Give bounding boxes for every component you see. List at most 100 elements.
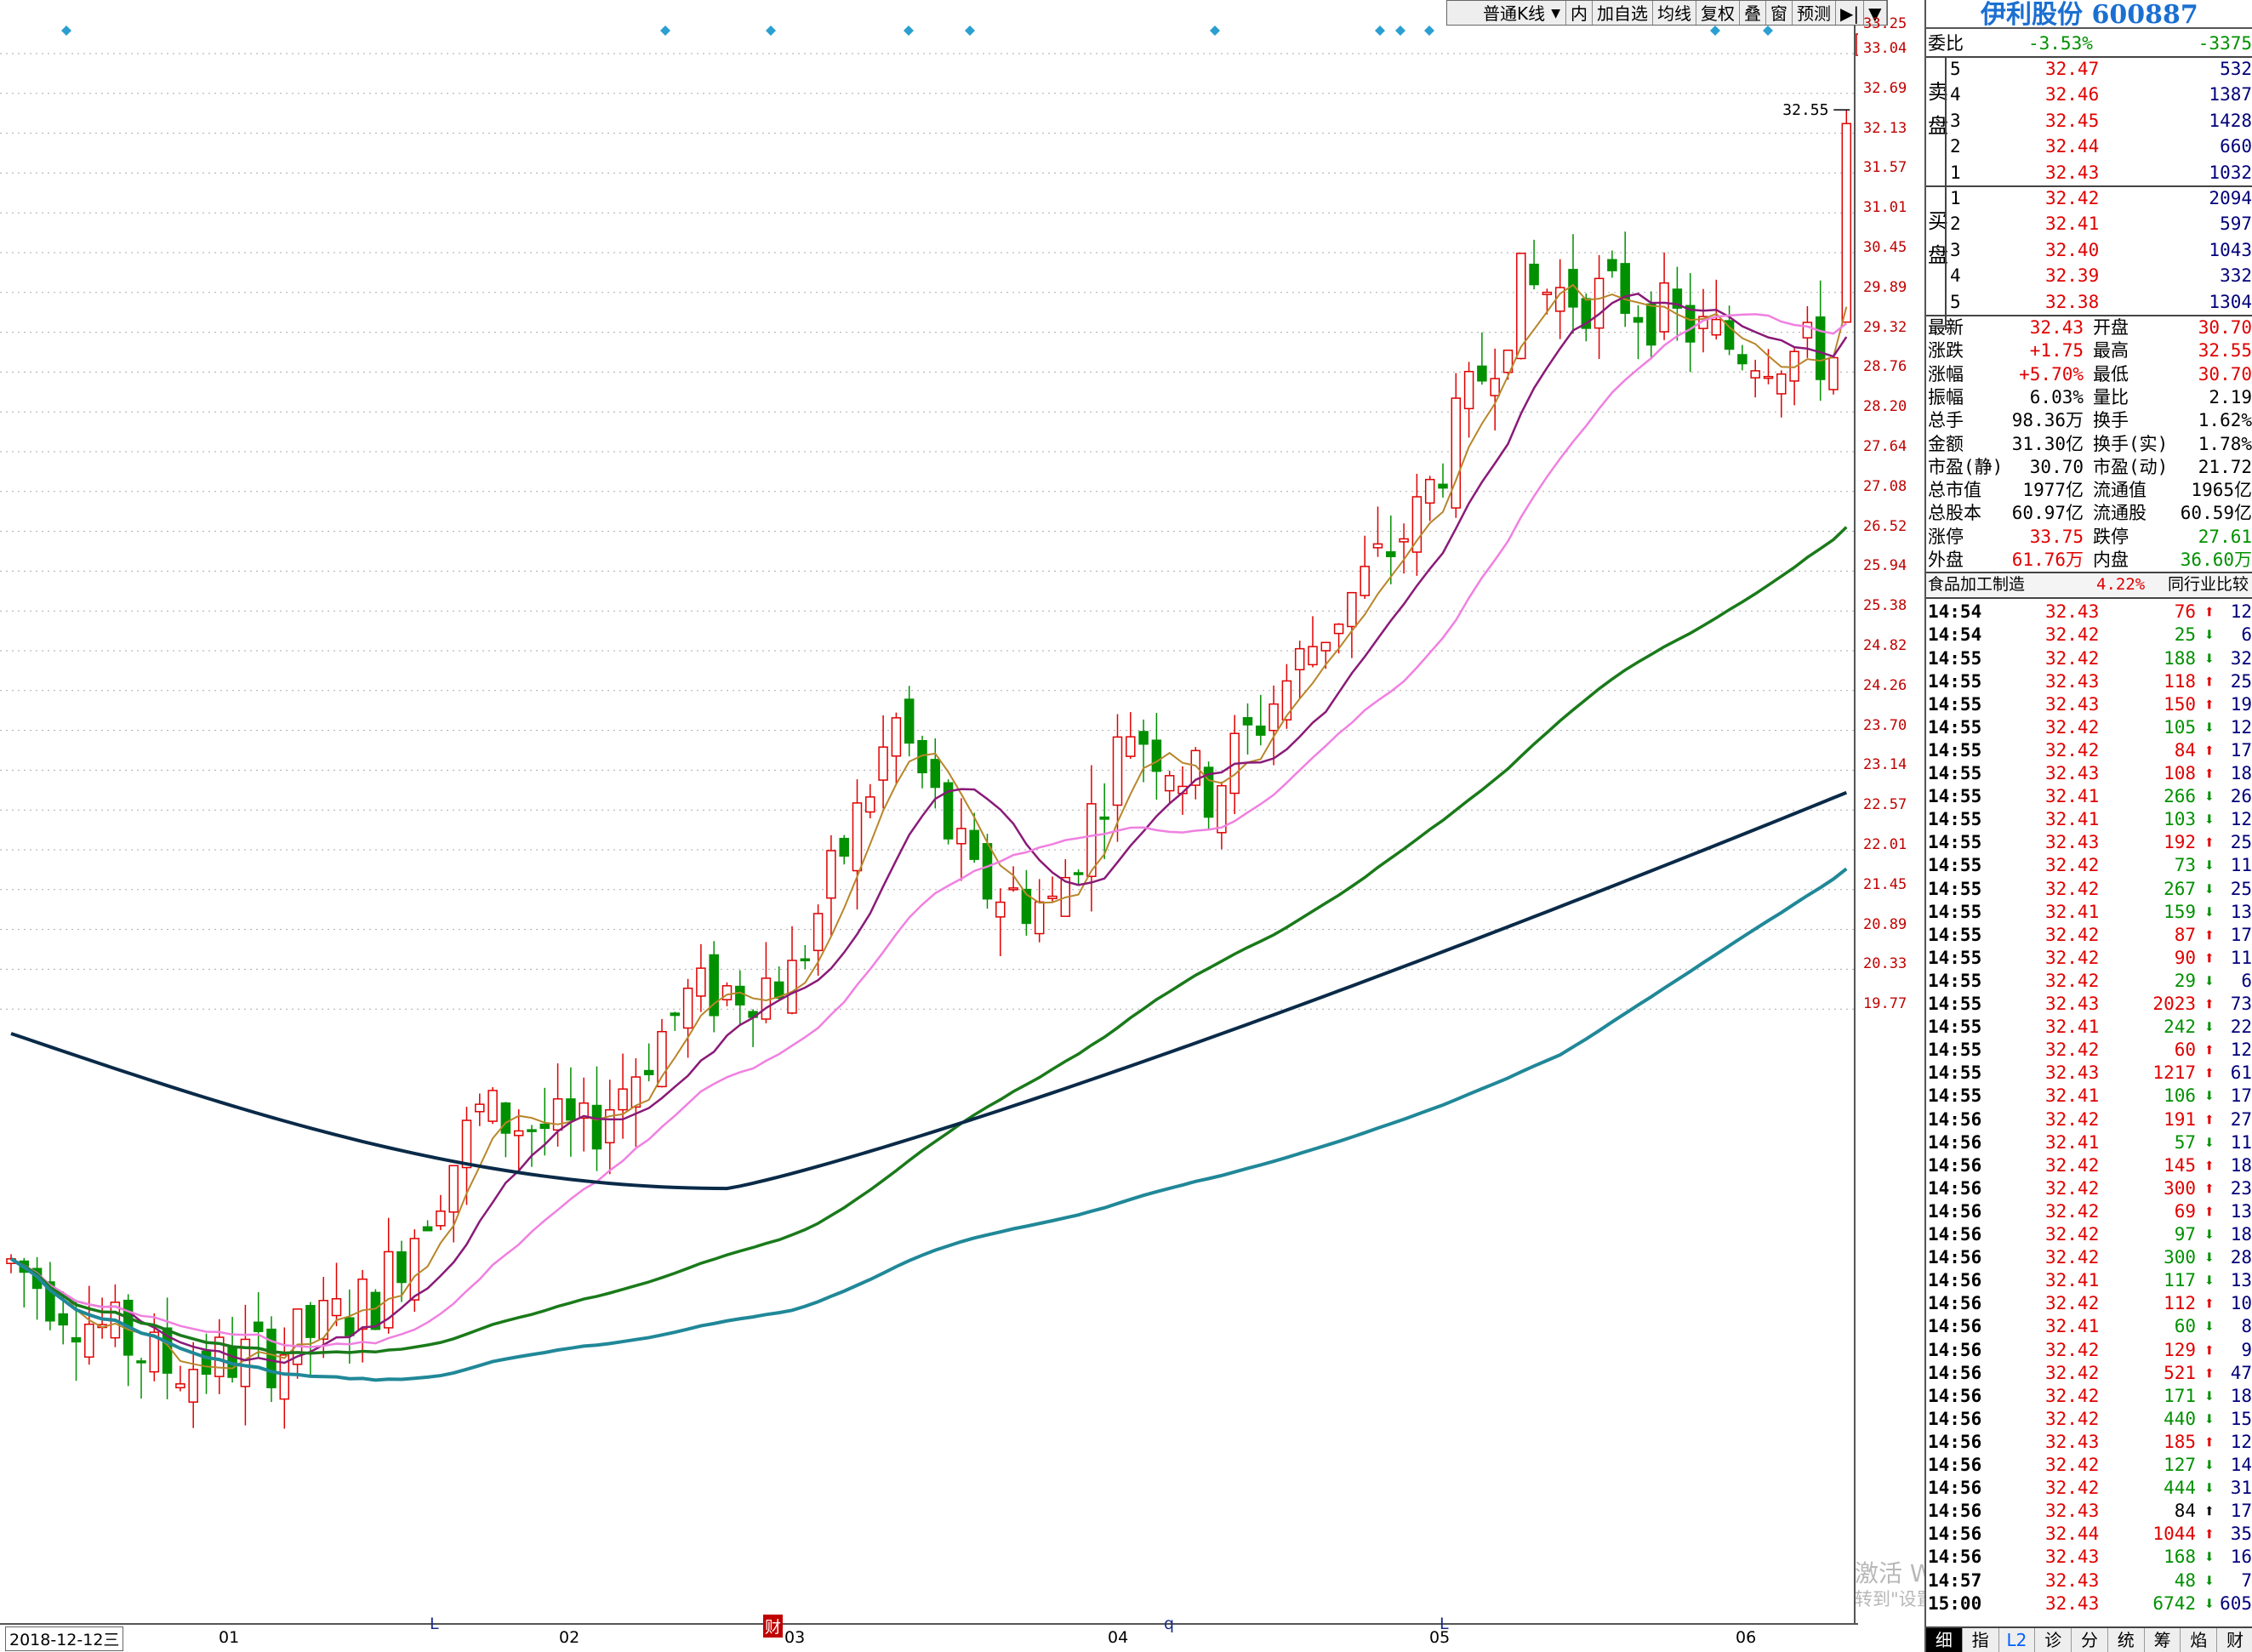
- candle[interactable]: [787, 926, 797, 1015]
- tab-4[interactable]: 分: [2072, 1628, 2108, 1652]
- candle[interactable]: [891, 712, 902, 785]
- kline-type-select[interactable]: 普通K线: [1447, 1, 1566, 25]
- candle[interactable]: [773, 966, 784, 1000]
- candle[interactable]: [878, 715, 888, 809]
- candle[interactable]: [1164, 771, 1175, 804]
- candle[interactable]: [904, 686, 915, 757]
- candle[interactable]: [735, 970, 745, 1026]
- candle[interactable]: [566, 1067, 576, 1157]
- candle[interactable]: [1477, 332, 1487, 385]
- candle[interactable]: [630, 1057, 641, 1148]
- toolbar-ma-button[interactable]: 均线: [1653, 1, 1696, 25]
- candle[interactable]: [579, 1077, 589, 1152]
- candle[interactable]: [1021, 869, 1032, 936]
- candle[interactable]: [1308, 616, 1318, 668]
- candle[interactable]: [1490, 348, 1500, 431]
- candle[interactable]: [136, 1358, 146, 1399]
- candle[interactable]: [1242, 703, 1253, 755]
- candle[interactable]: [1620, 231, 1630, 328]
- event-marker-icon[interactable]: [1763, 26, 1773, 36]
- tab-3[interactable]: 诊: [2035, 1628, 2072, 1652]
- candle[interactable]: [1594, 254, 1605, 360]
- candle[interactable]: [1529, 239, 1539, 290]
- candle[interactable]: [643, 1043, 654, 1082]
- candle[interactable]: [696, 943, 706, 1012]
- candle[interactable]: [1633, 305, 1644, 360]
- tab-6[interactable]: 筹: [2145, 1628, 2181, 1652]
- tab-1[interactable]: 指: [1963, 1628, 1999, 1652]
- candle[interactable]: [956, 798, 966, 881]
- ask-row[interactable]: 1 32.43 1032: [1926, 162, 2252, 185]
- candle[interactable]: [982, 834, 993, 909]
- candle[interactable]: [605, 1079, 615, 1175]
- candle[interactable]: [812, 904, 824, 976]
- candle[interactable]: [1463, 362, 1474, 438]
- kline-canvas[interactable]: 32.55: [0, 0, 1858, 1652]
- event-marker-icon[interactable]: [660, 26, 670, 36]
- candle[interactable]: [839, 835, 849, 865]
- candle[interactable]: [1451, 373, 1462, 518]
- tab-7[interactable]: 焰: [2181, 1628, 2218, 1652]
- event-marker-icon[interactable]: [1424, 26, 1434, 36]
- event-marker-icon[interactable]: [1210, 26, 1220, 36]
- candle[interactable]: [1815, 280, 1826, 402]
- candle[interactable]: [618, 1053, 628, 1139]
- candle[interactable]: [1217, 781, 1227, 850]
- toolbar-forecast-button[interactable]: 预测: [1793, 1, 1836, 25]
- candle[interactable]: [1372, 506, 1383, 557]
- bid-row[interactable]: 4 32.39 332: [1926, 265, 2252, 288]
- candle[interactable]: [917, 735, 927, 789]
- candle[interactable]: [1060, 859, 1071, 917]
- bid-row[interactable]: 5 32.38 1304: [1926, 291, 2252, 314]
- candle[interactable]: [1294, 641, 1305, 699]
- candle[interactable]: [1750, 359, 1760, 398]
- candle[interactable]: [475, 1093, 485, 1126]
- candle[interactable]: [513, 1108, 524, 1172]
- event-marker-icon[interactable]: [965, 26, 975, 36]
- candle[interactable]: [1256, 694, 1266, 746]
- candle[interactable]: [1424, 476, 1435, 521]
- candle[interactable]: [487, 1087, 498, 1125]
- candle[interactable]: [1360, 535, 1370, 599]
- candle[interactable]: [1789, 348, 1799, 406]
- candle[interactable]: [500, 1102, 511, 1158]
- candle[interactable]: [1411, 473, 1422, 576]
- candle[interactable]: [1269, 685, 1279, 766]
- candle[interactable]: [331, 1262, 342, 1326]
- candle[interactable]: [969, 812, 979, 863]
- bid-row[interactable]: 1 32.42 2094: [1926, 187, 2252, 210]
- candle[interactable]: [1685, 273, 1696, 373]
- candle[interactable]: [279, 1327, 290, 1429]
- candle[interactable]: [1034, 879, 1045, 943]
- candle[interactable]: [422, 1220, 433, 1232]
- toolbar-window-button[interactable]: 窗: [1766, 1, 1793, 25]
- toolbar-overlay-button[interactable]: 叠: [1740, 1, 1766, 25]
- candle[interactable]: [175, 1365, 185, 1392]
- candle[interactable]: [852, 779, 863, 910]
- industry-compare-button[interactable]: 同行业比较: [2168, 573, 2249, 596]
- toolbar-inner-button[interactable]: 内: [1566, 1, 1593, 25]
- candle[interactable]: [1776, 370, 1787, 418]
- ask-row[interactable]: 2 32.44 660: [1926, 135, 2252, 158]
- candle[interactable]: [800, 945, 811, 970]
- candle[interactable]: [1347, 591, 1357, 658]
- candle[interactable]: [31, 1256, 43, 1320]
- candle[interactable]: [227, 1317, 237, 1383]
- ask-row[interactable]: 4 32.46 1387: [1926, 83, 2252, 106]
- toolbar-add-watchlist-button[interactable]: 加自选: [1593, 1, 1653, 25]
- toolbar-jump-end-icon[interactable]: ▶|: [1836, 1, 1865, 25]
- candle[interactable]: [396, 1240, 407, 1302]
- candle[interactable]: [943, 779, 954, 845]
- event-marker-icon[interactable]: [904, 26, 914, 36]
- candle[interactable]: [1828, 355, 1839, 395]
- candle[interactable]: [461, 1107, 472, 1205]
- candle[interactable]: [1126, 712, 1136, 760]
- tab-5[interactable]: 统: [2108, 1628, 2145, 1652]
- candle[interactable]: [110, 1284, 121, 1347]
- candle[interactable]: [865, 783, 875, 819]
- bid-row[interactable]: 2 32.41 597: [1926, 213, 2252, 236]
- candle[interactable]: [1568, 234, 1578, 334]
- candle[interactable]: [1086, 765, 1097, 912]
- event-marker-icon[interactable]: [1710, 26, 1720, 36]
- ask-row[interactable]: 3 32.45 1428: [1926, 110, 2252, 133]
